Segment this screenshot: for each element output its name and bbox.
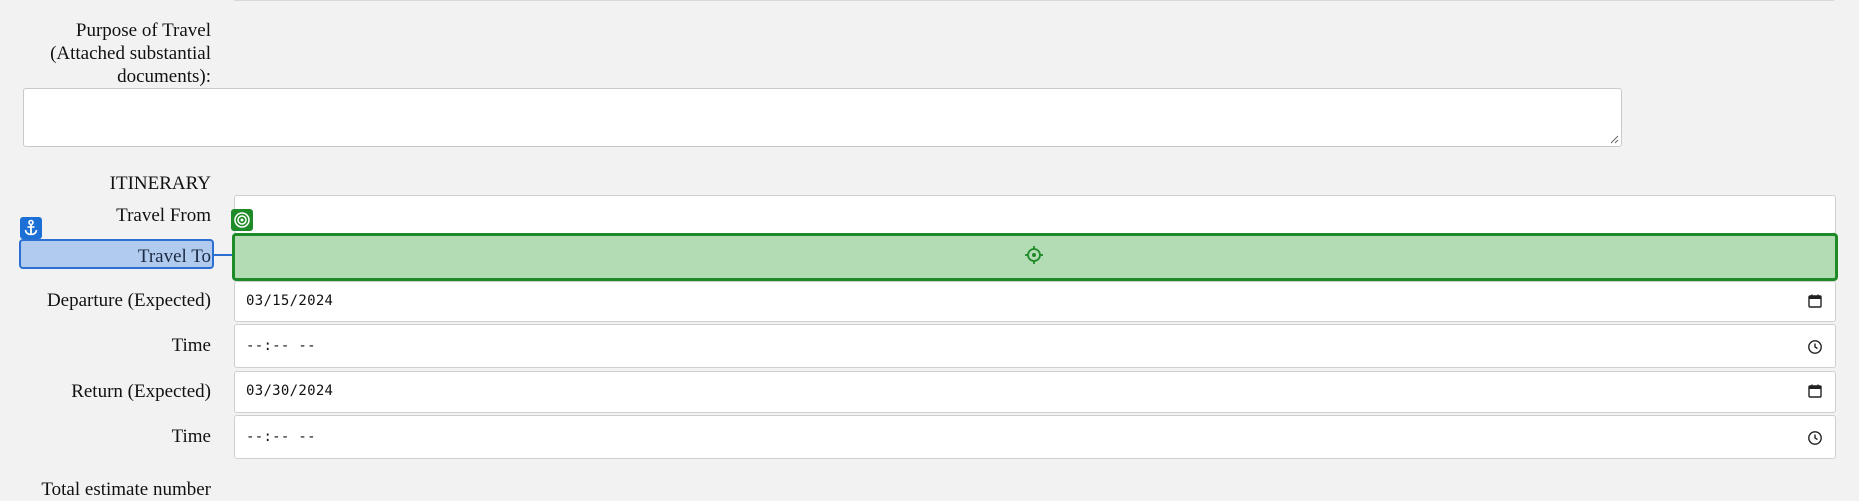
total-estimate-label: Total estimate number: [41, 479, 211, 500]
resize-grip-icon[interactable]: [1609, 134, 1619, 144]
calendar-icon[interactable]: [1807, 293, 1823, 309]
return-time-value: --:-- --: [246, 429, 316, 445]
travel-to-label: Travel To: [137, 246, 211, 267]
departure-time-label: Time: [171, 335, 211, 356]
target-icon: [231, 209, 253, 231]
itinerary-heading: ITINERARY: [109, 173, 211, 194]
travel-from-label: Travel From: [116, 205, 211, 226]
travel-from-input[interactable]: [234, 195, 1836, 234]
purpose-of-travel-label: Purpose of Travel (Attached substantial …: [50, 20, 211, 87]
departure-date-input[interactable]: 03/15/2024: [234, 281, 1836, 322]
departure-date-value: 03/15/2024: [246, 293, 334, 309]
return-date-value: 03/30/2024: [246, 383, 334, 399]
calendar-icon[interactable]: [1807, 383, 1823, 399]
return-time-label: Time: [171, 426, 211, 447]
return-label: Return (Expected): [71, 381, 211, 402]
departure-time-input[interactable]: --:-- --: [234, 324, 1836, 368]
departure-time-value: --:-- --: [246, 338, 316, 354]
departure-label: Departure (Expected): [46, 290, 211, 311]
anchor-icon: [20, 217, 42, 239]
top-divider: [234, 0, 1834, 1]
clock-icon[interactable]: [1807, 430, 1823, 446]
return-date-input[interactable]: 03/30/2024: [234, 371, 1836, 413]
purpose-of-travel-textarea[interactable]: [23, 88, 1622, 147]
return-time-input[interactable]: --:-- --: [234, 415, 1836, 459]
clock-icon[interactable]: [1807, 339, 1823, 355]
crosshair-icon: [1025, 246, 1043, 264]
